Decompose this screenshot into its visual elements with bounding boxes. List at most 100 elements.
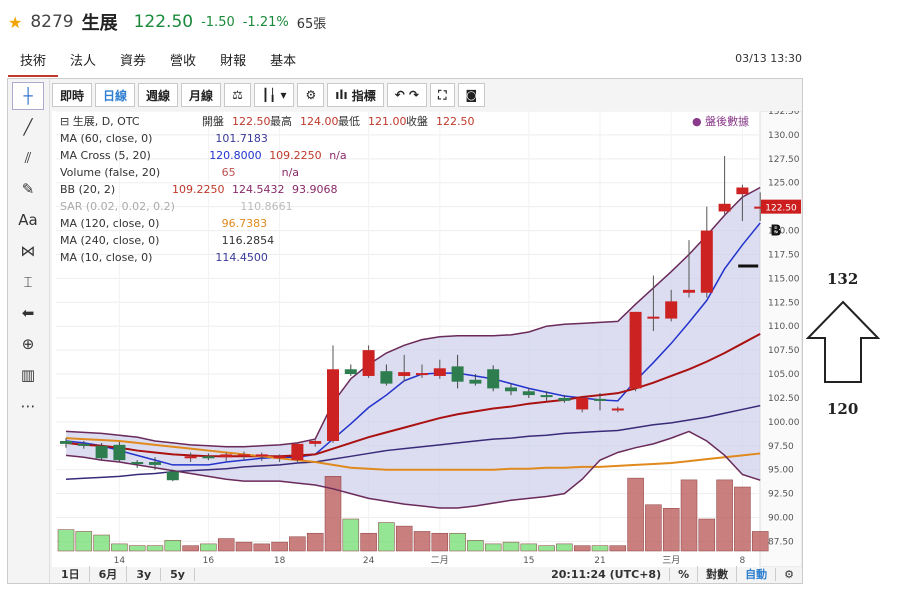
y-tick-label: 107.50 — [768, 346, 800, 356]
tab-revenue[interactable]: 營收 — [158, 46, 208, 77]
trendline-icon[interactable]: ╱ — [12, 113, 44, 141]
indicators-label: 指標 — [351, 88, 376, 103]
legend-ohlc: 121.00 — [368, 115, 407, 128]
log-toggle[interactable]: 對數 — [697, 566, 736, 582]
candle-body — [683, 289, 695, 293]
volume-bar — [378, 522, 395, 552]
tab-margin[interactable]: 資券 — [108, 46, 158, 77]
after-hours-link: ● 盤後數據 — [692, 114, 749, 128]
period-intraday[interactable]: 即時 — [52, 83, 93, 107]
volume-bar — [734, 486, 751, 552]
chart-footer: 1日 6月 3y 5y 20:11:24 (UTC+8) % 對數 自動 ⚙ — [52, 565, 802, 583]
volume-bar — [217, 538, 235, 552]
candle-body — [594, 398, 606, 401]
footer-settings-icon[interactable]: ⚙ — [775, 567, 802, 581]
indicators-button[interactable]: ılı 指標 — [327, 83, 384, 107]
volume-bar — [538, 545, 555, 552]
text-icon[interactable]: Aa — [12, 206, 44, 234]
range-3y[interactable]: 3y — [127, 567, 162, 581]
candle-body — [665, 301, 678, 319]
legend-row-value: 93.9068 — [292, 183, 338, 196]
volume-bar — [645, 504, 662, 552]
volume-bar — [698, 518, 716, 552]
compare-icon[interactable]: ⚖ — [224, 83, 251, 107]
volume-bar — [662, 508, 680, 552]
y-tick-label: 100.00 — [768, 418, 800, 428]
candle-body — [149, 462, 161, 465]
undo-redo-icon[interactable]: ↶ ↷ — [386, 83, 428, 107]
pattern-icon[interactable]: ⋈ — [12, 237, 44, 265]
percent-toggle[interactable]: % — [669, 567, 697, 581]
tab-basic[interactable]: 基本 — [258, 46, 308, 77]
settings-icon[interactable]: ⚙ — [297, 83, 325, 107]
legend-row-value: n/a — [282, 166, 299, 179]
range-5y[interactable]: 5y — [161, 567, 195, 581]
candle-body — [184, 456, 197, 459]
tab-financials[interactable]: 財報 — [208, 46, 258, 77]
range-6m[interactable]: 6月 — [90, 566, 128, 582]
camera-icon[interactable]: ◙ — [457, 83, 486, 107]
volume-bar — [520, 543, 538, 552]
y-tick-label: 130.00 — [768, 131, 800, 141]
candle-body — [451, 366, 464, 382]
star-icon[interactable]: ★ — [8, 13, 22, 32]
legend-row-value: 109.2250 — [269, 149, 322, 162]
volume-bar — [93, 534, 110, 552]
candle-body — [718, 203, 731, 212]
legend-row-label: MA (120, close, 0) — [60, 217, 159, 230]
y-tick-label: 102.50 — [768, 394, 800, 404]
y-tick-label: 112.50 — [768, 298, 800, 308]
brush-icon[interactable]: ✎ — [12, 175, 44, 203]
candle-body — [647, 316, 660, 319]
tab-institutional[interactable]: 法人 — [58, 46, 108, 77]
fullscreen-icon[interactable]: ⛶ — [430, 83, 455, 107]
zoom-icon[interactable]: ⊕ — [12, 330, 44, 358]
volume-bar — [75, 531, 93, 552]
volume-bar — [111, 543, 128, 552]
candle-body — [522, 391, 535, 396]
fib-icon[interactable]: ⫽ — [12, 144, 44, 172]
quote-datetime: 03/13 13:30 — [735, 52, 802, 65]
candle-body — [487, 369, 500, 389]
auto-toggle[interactable]: 自動 — [736, 566, 775, 582]
tab-technical[interactable]: 技術 — [8, 46, 59, 77]
volume-bar — [200, 543, 217, 552]
candle-style-icon[interactable]: ┃╽ ▾ — [253, 83, 295, 107]
candle-body — [469, 379, 482, 384]
chart-widget: ┼ ╱ ⫽ ✎ Aa ⋈ ⌶ ⬅ ⊕ ▥ ⋯ 即時 日線 週線 月線 ⚖ ┃╽ … — [7, 78, 803, 584]
legend-row-value: 124.5432 — [232, 183, 285, 196]
measure-icon[interactable]: ⌶ — [12, 268, 44, 296]
price-chart[interactable]: 87.50 90.00 92.50 95.00 97.50 100.00 102.50 105… — [52, 111, 802, 567]
legend-row-value: 101.7183 — [215, 132, 268, 145]
period-monthly[interactable]: 月線 — [181, 83, 222, 107]
period-weekly[interactable]: 週線 — [138, 83, 179, 107]
range-1d[interactable]: 1日 — [52, 566, 90, 582]
section-tabs: 技術 法人 資券 營收 財報 基本 — [8, 46, 308, 77]
legend-ohlc: 最低 — [338, 115, 360, 128]
ruler-icon[interactable]: ▥ — [12, 361, 44, 389]
volume-bar — [395, 525, 413, 552]
up-arrow-icon — [806, 300, 880, 383]
candle-body — [433, 368, 446, 376]
candle-body — [60, 441, 72, 444]
legend-ohlc: 122.50 — [232, 115, 271, 128]
stock-code: 8279 — [30, 12, 74, 32]
volume-bar — [591, 545, 609, 552]
volume-bar — [271, 541, 288, 552]
volume-bar — [502, 541, 520, 552]
volume-bar — [128, 545, 146, 552]
candle-body — [380, 371, 393, 384]
legend-row-value: 65 — [222, 166, 236, 179]
more-icon[interactable]: ⋯ — [12, 392, 44, 420]
annotation-upper-target: 132 — [827, 270, 859, 288]
crosshair-icon[interactable]: ┼ — [12, 82, 44, 110]
period-daily[interactable]: 日線 — [95, 83, 136, 107]
volume-bar — [182, 545, 199, 552]
legend-row-label: SAR (0.02, 0.02, 0.2) — [60, 200, 175, 213]
volume-bar — [146, 545, 164, 552]
legend-row-value: 114.4500 — [215, 251, 268, 264]
arrow-left-icon[interactable]: ⬅ — [12, 299, 44, 327]
candle-body — [327, 369, 339, 441]
legend-row-label: MA (10, close, 0) — [60, 251, 152, 264]
y-tick-label: 117.50 — [768, 250, 800, 260]
